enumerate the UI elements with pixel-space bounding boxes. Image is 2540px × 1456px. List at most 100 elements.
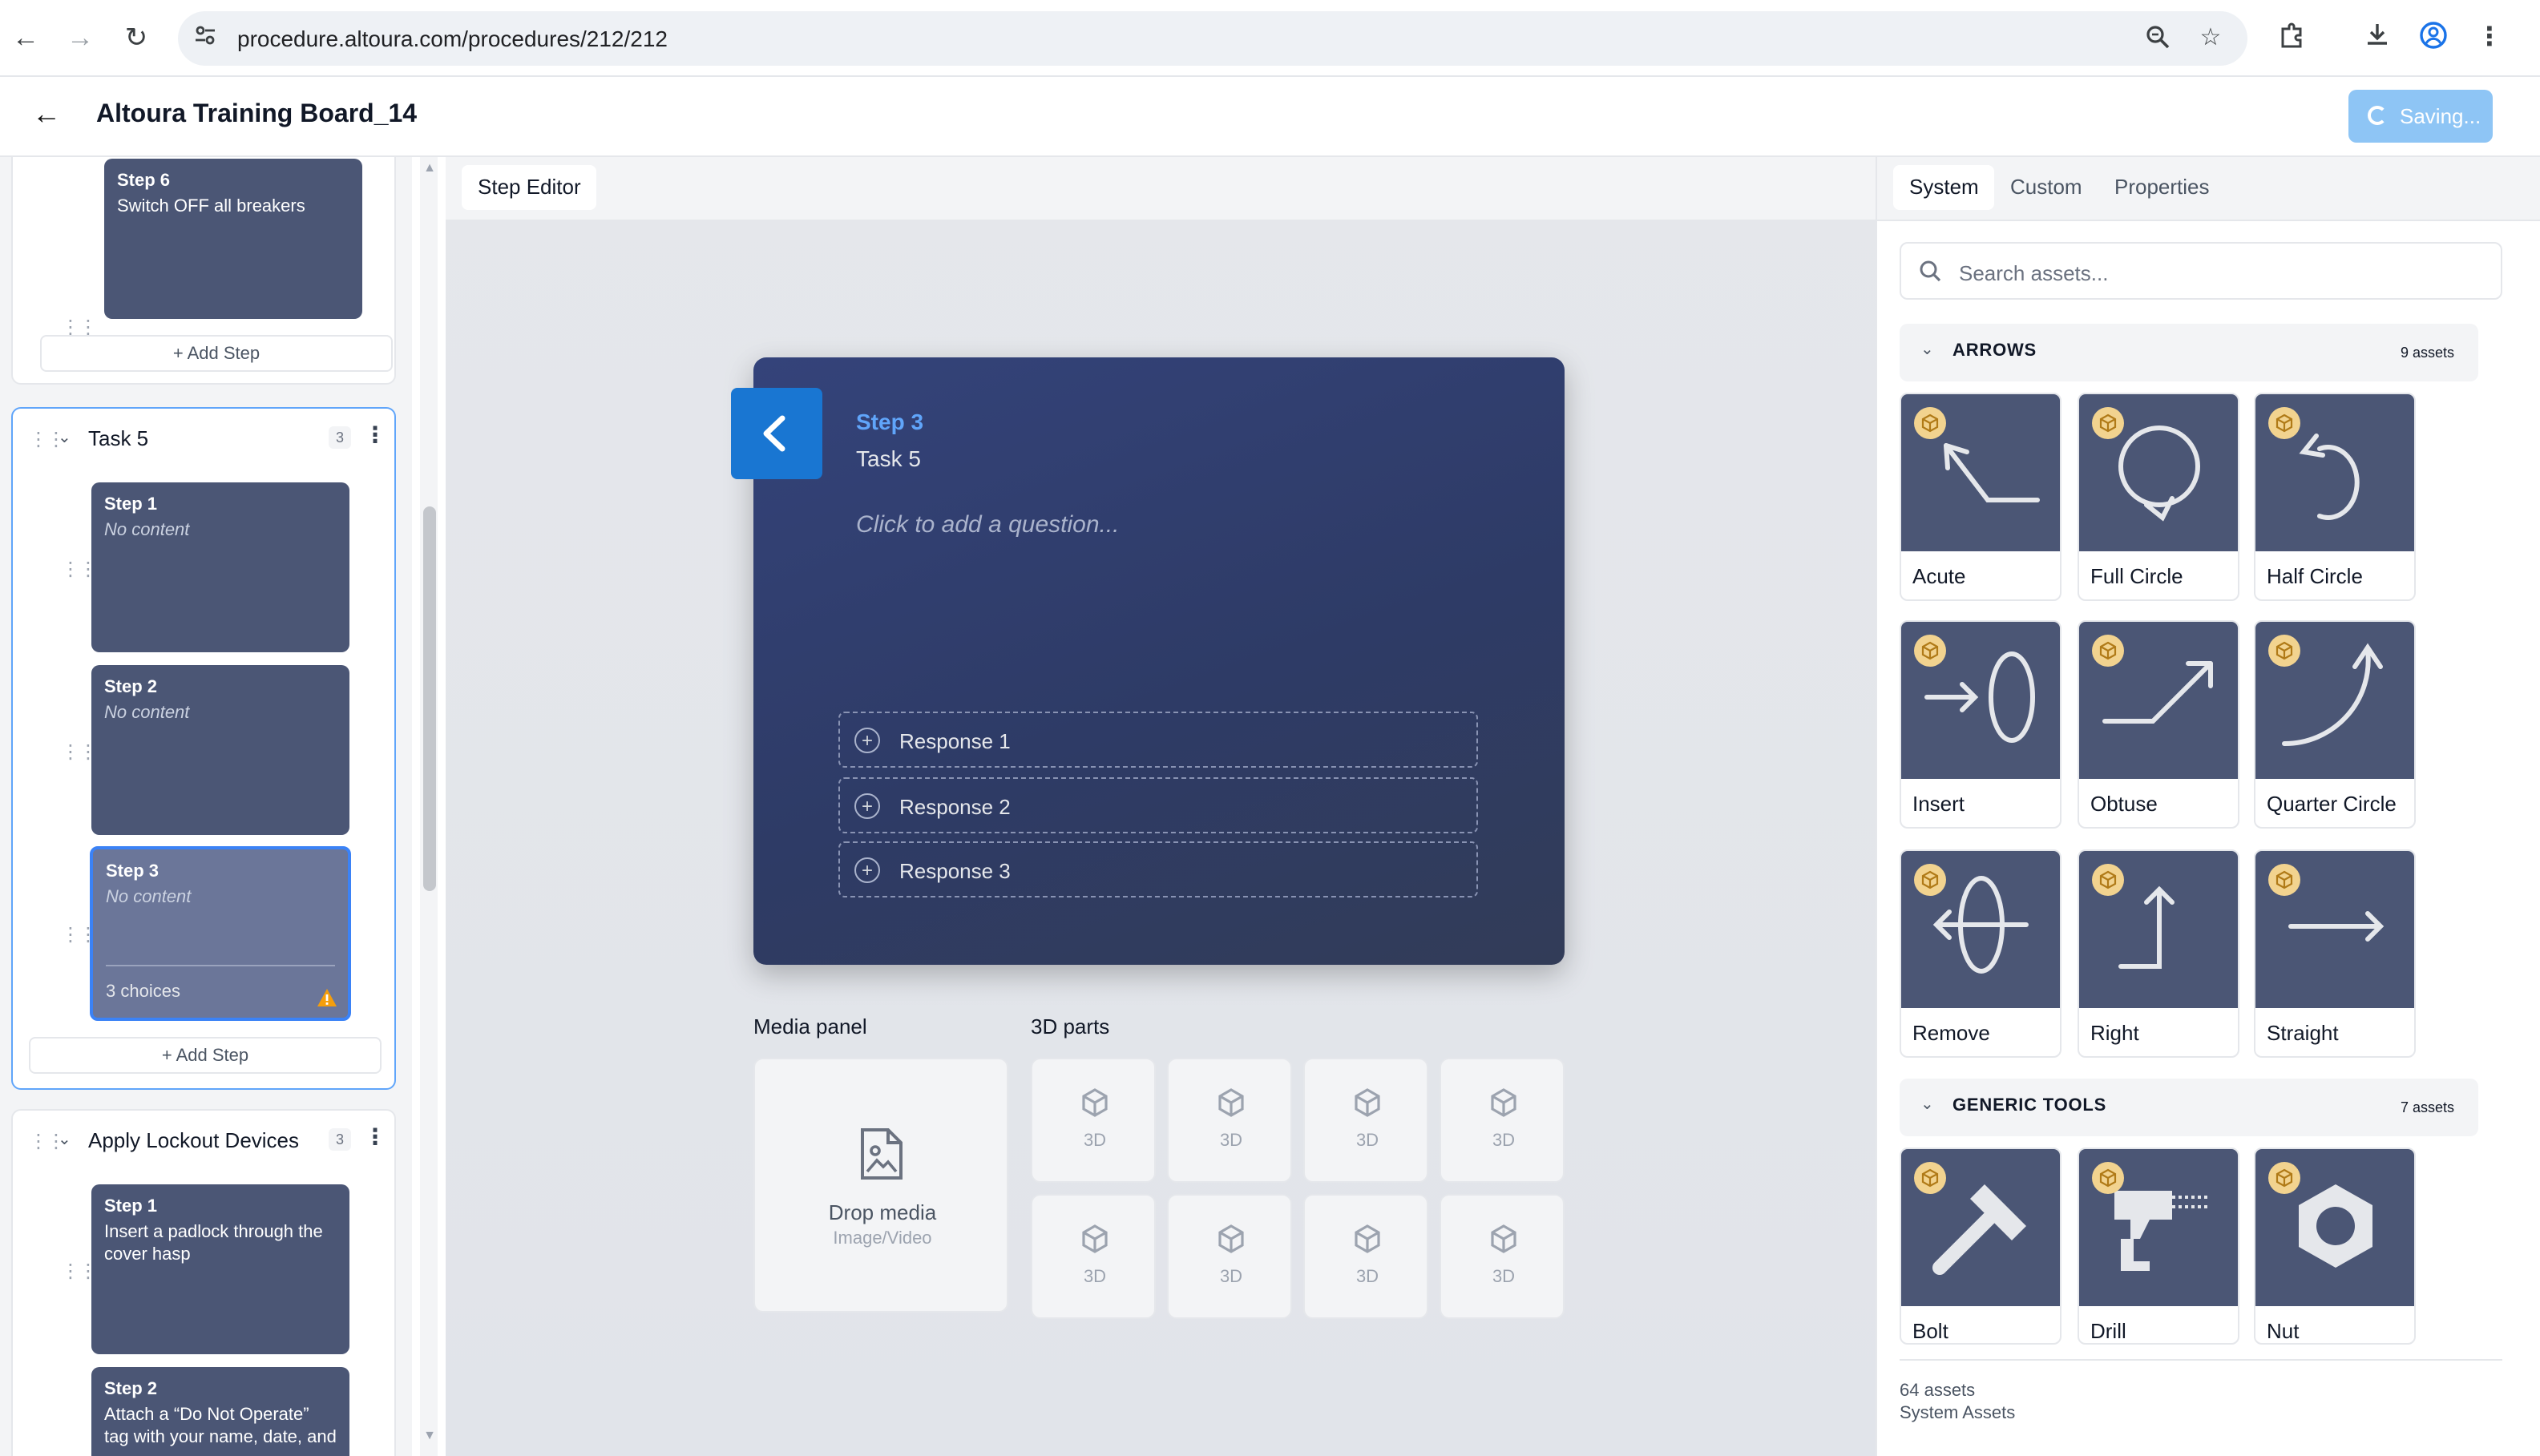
tab-properties[interactable]: Properties (2098, 165, 2226, 210)
step-description: Switch OFF all breakers (117, 197, 305, 216)
part-slot[interactable]: 3D (1440, 1194, 1565, 1319)
warning-icon (316, 987, 338, 1008)
asset-name: Right (2090, 1021, 2139, 1045)
media-dropzone[interactable]: Drop media Image/Video (753, 1058, 1008, 1313)
add-step-button[interactable]: + Add Step (40, 335, 393, 372)
step-preview-card: Step 3 Task 5 Click to add a question...… (731, 357, 1565, 965)
reload-icon[interactable]: ↻ (119, 21, 154, 56)
choices-count: 3 choices (106, 982, 180, 1002)
tab-custom[interactable]: Custom (1994, 165, 2098, 210)
asset-tile[interactable]: Nut (2254, 1147, 2416, 1345)
cube-icon (1355, 1088, 1380, 1117)
task-panel-lockout[interactable]: ⋮⋮ ⌄ Apply Lockout Devices 3 ⋮ ⋮⋮ Step 1… (11, 1109, 396, 1456)
cube-icon (1082, 1224, 1108, 1253)
drag-handle-icon[interactable]: ⋮⋮ (29, 428, 66, 450)
tab-step-editor[interactable]: Step Editor (462, 165, 597, 210)
drag-handle-icon[interactable]: ⋮⋮ (61, 558, 98, 580)
assets-tabbar: System Custom Properties (1877, 157, 2540, 221)
forward-icon[interactable]: → (63, 21, 98, 56)
step-card[interactable]: Step 1 No content (91, 482, 349, 652)
asset-tile[interactable]: Quarter Circle (2254, 620, 2416, 829)
asset-search[interactable] (1900, 242, 2502, 300)
step-label: Step 6 (117, 171, 171, 191)
response-option[interactable]: + Response 3 (838, 841, 1478, 897)
scroll-down-icon[interactable]: ▼ (423, 1428, 436, 1442)
asset-source: System Assets (1900, 1404, 2016, 1423)
add-step-button[interactable]: + Add Step (29, 1037, 382, 1074)
download-icon[interactable] (2360, 21, 2395, 56)
step-label: Step 1 (104, 495, 158, 514)
step-card[interactable]: Step 1 Insert a padlock through the cove… (91, 1184, 349, 1354)
sidebar-scrollbar-thumb[interactable] (423, 506, 436, 891)
question-input[interactable]: Click to add a question... (856, 511, 1120, 538)
asset-tile[interactable]: Drill (2078, 1147, 2239, 1345)
asset-name: Obtuse (2090, 792, 2158, 816)
drag-handle-icon[interactable]: ⋮⋮ (61, 740, 98, 763)
part-slot[interactable]: 3D (1167, 1058, 1292, 1183)
part-slot[interactable]: 3D (1031, 1194, 1156, 1319)
cube-icon (1491, 1088, 1516, 1117)
divider (106, 965, 335, 966)
step-description: Attach a “Do Not Operate” tag with your … (104, 1406, 337, 1447)
plus-icon: + (854, 793, 880, 819)
task-menu-icon[interactable]: ⋮ (364, 421, 386, 449)
3d-badge-icon (1914, 635, 1946, 667)
step-card[interactable]: Step 2 Attach a “Do Not Operate” tag wit… (91, 1367, 349, 1456)
part-label: 3D (1083, 1131, 1107, 1151)
response-option[interactable]: + Response 1 (838, 712, 1478, 768)
category-header-arrows[interactable]: ⌄ ARROWS 9 assets (1900, 324, 2478, 381)
drop-media-sub: Image/Video (833, 1229, 932, 1248)
chevron-down-icon[interactable]: ⌄ (58, 1131, 71, 1149)
drag-handle-icon[interactable]: ⋮⋮ (61, 1260, 98, 1282)
step-card[interactable]: Step 6 Switch OFF all breakers (104, 159, 362, 319)
response-option[interactable]: + Response 2 (838, 777, 1478, 833)
asset-name: Full Circle (2090, 564, 2183, 588)
asset-tile[interactable]: Remove (1900, 849, 2061, 1058)
part-slot[interactable]: 3D (1440, 1058, 1565, 1183)
task-menu-icon[interactable]: ⋮ (364, 1123, 386, 1151)
asset-tile[interactable]: Straight (2254, 849, 2416, 1058)
chevron-left-icon[interactable] (731, 388, 822, 479)
browser-menu-icon[interactable]: ⋮ (2472, 21, 2507, 56)
asset-tile[interactable]: Insert (1900, 620, 2061, 829)
category-header-generic-tools[interactable]: ⌄ GENERIC TOOLS 7 assets (1900, 1079, 2478, 1136)
asset-tile[interactable]: Full Circle (2078, 393, 2239, 601)
step-label: Step 2 (104, 1380, 158, 1399)
asset-tile[interactable]: Right (2078, 849, 2239, 1058)
step-description: No content (106, 888, 192, 907)
url-text[interactable]: procedure.altoura.com/procedures/212/212 (237, 26, 668, 51)
bookmark-star-icon[interactable]: ☆ (2196, 24, 2225, 53)
address-bar[interactable]: procedure.altoura.com/procedures/212/212… (178, 11, 2247, 66)
asset-tile[interactable]: Acute (1900, 393, 2061, 601)
drag-handle-icon[interactable]: ⋮⋮ (29, 1130, 66, 1152)
step-label: Step 1 (104, 1197, 158, 1216)
back-arrow-icon[interactable]: ← (32, 98, 61, 131)
saving-button[interactable]: Saving... (2348, 90, 2493, 143)
profile-icon[interactable] (2416, 21, 2451, 56)
task-sidebar: ⋮⋮ Step 6 Switch OFF all breakers + Add … (0, 157, 412, 1456)
part-slot[interactable]: 3D (1031, 1058, 1156, 1183)
3d-badge-icon (1914, 1162, 1946, 1194)
step-card-selected[interactable]: Step 3 No content 3 choices (90, 846, 351, 1021)
part-label: 3D (1492, 1268, 1516, 1287)
search-input[interactable] (1959, 256, 2472, 288)
asset-name: Remove (1912, 1021, 1990, 1045)
editor-tabbar: Step Editor (446, 157, 1876, 221)
part-slot[interactable]: 3D (1303, 1194, 1428, 1319)
task-panel-task5[interactable]: ⋮⋮ ⌄ Task 5 3 ⋮ ⋮⋮ Step 1 No content ⋮⋮ … (11, 407, 396, 1090)
asset-tile[interactable]: Bolt (1900, 1147, 2061, 1345)
site-settings-icon[interactable] (191, 24, 220, 53)
part-slot[interactable]: 3D (1303, 1058, 1428, 1183)
tab-system[interactable]: System (1893, 165, 1995, 210)
chevron-down-icon[interactable]: ⌄ (58, 430, 71, 447)
asset-tile[interactable]: Obtuse (2078, 620, 2239, 829)
part-slot[interactable]: 3D (1167, 1194, 1292, 1319)
plus-icon: + (854, 728, 880, 753)
zoom-icon[interactable] (2143, 24, 2172, 53)
extensions-icon[interactable] (2275, 21, 2310, 56)
back-icon[interactable]: ← (8, 21, 43, 56)
step-card[interactable]: Step 2 No content (91, 665, 349, 835)
scroll-up-icon[interactable]: ▲ (423, 160, 436, 175)
asset-tile[interactable]: Half Circle (2254, 393, 2416, 601)
drag-handle-icon[interactable]: ⋮⋮ (61, 923, 98, 946)
